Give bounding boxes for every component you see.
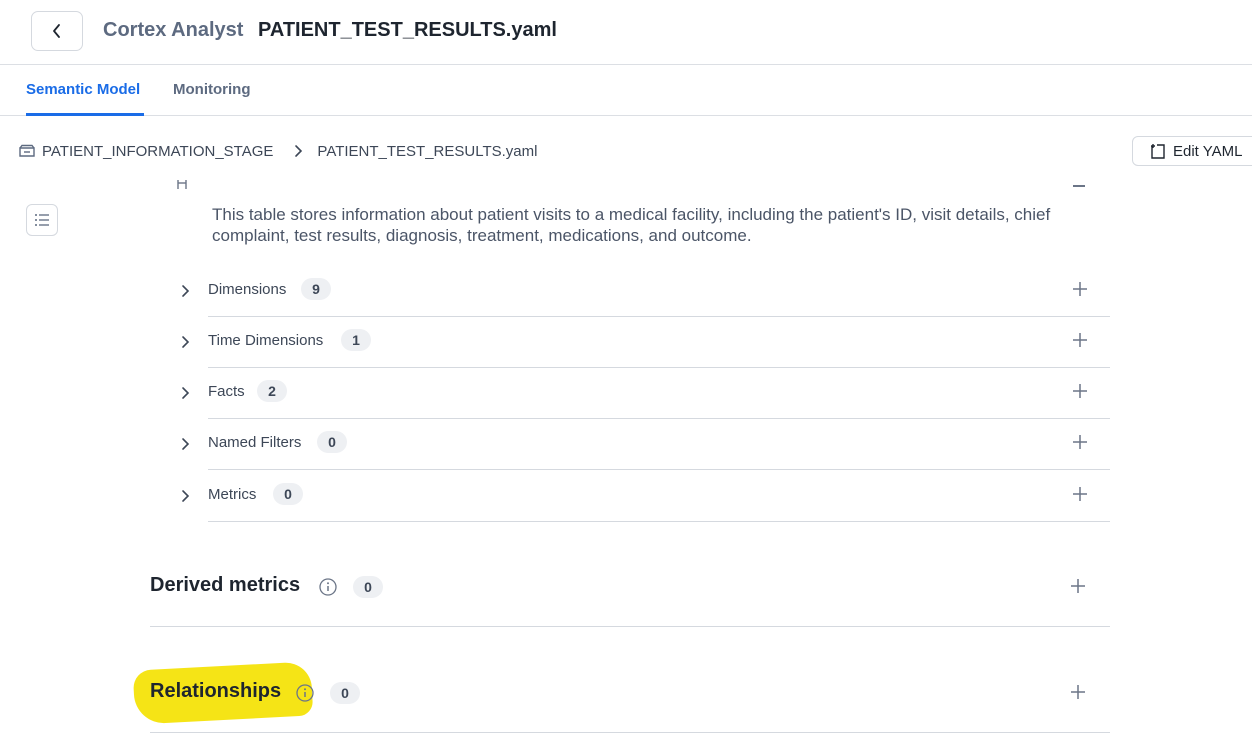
- relationships-section: Relationships 0: [150, 674, 1110, 734]
- plus-icon[interactable]: [1072, 486, 1088, 502]
- derived-metrics-section: Derived metrics 0: [150, 568, 1110, 628]
- chevron-right-icon: [182, 336, 190, 348]
- active-tab-indicator: [26, 113, 144, 116]
- info-icon[interactable]: [318, 577, 338, 597]
- edit-file-icon: [1151, 144, 1165, 159]
- info-icon[interactable]: [295, 683, 315, 703]
- chevron-right-icon: [182, 285, 190, 297]
- edit-yaml-label: Edit YAML: [1173, 142, 1243, 160]
- group-label: Facts: [208, 383, 245, 400]
- count-badge: 0: [330, 682, 360, 704]
- list-icon: [35, 214, 49, 226]
- file-title: PATIENT_TEST_RESULTS.yaml: [258, 19, 557, 41]
- plus-icon[interactable]: [1072, 332, 1088, 348]
- table-of-contents-button[interactable]: [26, 204, 58, 236]
- group-label: Metrics: [208, 486, 257, 503]
- breadcrumb-file: PATIENT_TEST_RESULTS.yaml: [317, 142, 538, 160]
- group-row-time-dimensions[interactable]: Time Dimensions 1: [176, 317, 1110, 368]
- table-icon: [177, 180, 197, 189]
- breadcrumb: PATIENT_INFORMATION_STAGE PATIENT_TEST_R…: [18, 141, 537, 161]
- group-row-named-filters[interactable]: Named Filters 0: [176, 419, 1110, 470]
- count-badge: 0: [317, 431, 347, 453]
- count-badge: 1: [341, 329, 371, 351]
- divider: [150, 732, 1110, 733]
- back-button[interactable]: [31, 11, 83, 51]
- section-title: Derived metrics: [150, 574, 301, 596]
- count-badge: 0: [353, 576, 383, 598]
- group-label: Dimensions: [208, 281, 287, 298]
- group-label: Named Filters: [208, 434, 302, 451]
- collapse-icon[interactable]: [1073, 185, 1085, 187]
- group-row-dimensions[interactable]: Dimensions 9: [176, 266, 1110, 317]
- divider: [150, 626, 1110, 627]
- group-row-facts[interactable]: Facts 2: [176, 368, 1110, 419]
- plus-icon[interactable]: [1070, 684, 1086, 700]
- divider: [208, 521, 1110, 522]
- group-row-metrics[interactable]: Metrics 0: [176, 471, 1110, 522]
- stage-icon: [19, 144, 35, 157]
- count-badge: 0: [273, 483, 303, 505]
- group-label: Time Dimensions: [208, 332, 324, 349]
- count-badge: 2: [257, 380, 287, 402]
- top-bar: Cortex Analyst PATIENT_TEST_RESULTS.yaml: [0, 0, 1252, 65]
- tab-semantic-model[interactable]: Semantic Model: [26, 81, 140, 98]
- tab-bar: Semantic Model Monitoring: [0, 65, 1252, 116]
- edit-yaml-button[interactable]: Edit YAML: [1132, 136, 1252, 166]
- section-title: Relationships: [150, 680, 282, 702]
- chevron-left-icon: [53, 24, 60, 38]
- tab-monitoring[interactable]: Monitoring: [173, 81, 250, 98]
- chevron-right-icon: [182, 438, 190, 450]
- plus-icon[interactable]: [1072, 383, 1088, 399]
- app-title: Cortex Analyst: [103, 19, 244, 41]
- table-description: This table stores information about pati…: [212, 205, 1051, 245]
- plus-icon[interactable]: [1072, 281, 1088, 297]
- count-badge: 9: [301, 278, 331, 300]
- chevron-right-icon: [182, 387, 190, 399]
- chevron-right-icon: [293, 144, 303, 158]
- divider: [208, 469, 1110, 470]
- breadcrumb-stage[interactable]: PATIENT_INFORMATION_STAGE: [42, 143, 273, 160]
- chevron-right-icon: [182, 490, 190, 502]
- plus-icon[interactable]: [1072, 434, 1088, 450]
- plus-icon[interactable]: [1070, 578, 1086, 594]
